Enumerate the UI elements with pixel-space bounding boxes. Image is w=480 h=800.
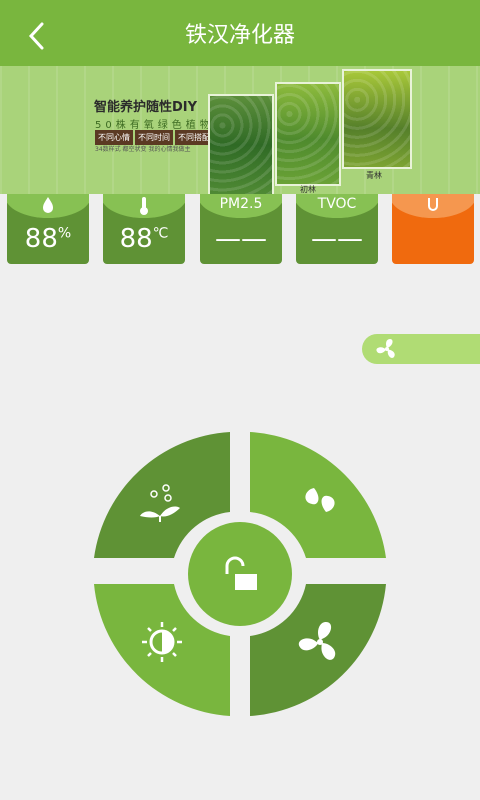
control-wheel bbox=[94, 432, 386, 716]
top-bar: 铁汉净化器 bbox=[0, 0, 480, 70]
plant-wall-image bbox=[342, 69, 412, 169]
banner-subtitle: 50株有氧绿色植物 bbox=[95, 120, 214, 131]
temperature-value: 88℃ bbox=[119, 224, 169, 254]
banner-label: 青林 bbox=[366, 171, 382, 180]
banner-tags: 不同心情 不同时间 不同搭配 bbox=[95, 130, 213, 145]
banner-tag: 不同时间 bbox=[135, 130, 173, 145]
power-button[interactable] bbox=[392, 194, 474, 264]
plant-wall-image bbox=[208, 94, 274, 194]
water-drop-icon bbox=[7, 196, 89, 216]
banner-title: 智能养护随性DIY bbox=[94, 100, 198, 115]
power-icon bbox=[392, 196, 474, 216]
banner-footer: 34数样式 都空状变 我的心情我做主 bbox=[95, 146, 191, 153]
banner-label: 初林 bbox=[300, 185, 316, 194]
tvoc-value: —— bbox=[311, 224, 363, 254]
pm25-value: —— bbox=[215, 224, 267, 254]
pm25-tile: PM2.5 —— bbox=[200, 194, 282, 264]
tvoc-tile: TVOC —— bbox=[296, 194, 378, 264]
fan-icon bbox=[376, 339, 395, 358]
plant-wall-image bbox=[275, 82, 341, 186]
banner-tag: 不同心情 bbox=[95, 130, 133, 145]
page-title: 铁汉净化器 bbox=[184, 23, 295, 48]
pm25-label: PM2.5 bbox=[219, 196, 263, 212]
sensor-row: 88% 88℃ PM2.5 —— TVOC —— bbox=[0, 194, 480, 266]
fan-mode-tab[interactable] bbox=[362, 334, 480, 364]
promo-banner[interactable]: 智能养护随性DIY 50株有氧绿色植物 不同心情 不同时间 不同搭配 34数样式… bbox=[0, 66, 480, 194]
temperature-tile: 88℃ bbox=[103, 194, 185, 264]
tvoc-label: TVOC bbox=[317, 196, 357, 212]
humidity-value: 88% bbox=[24, 224, 72, 254]
humidity-tile: 88% bbox=[7, 194, 89, 264]
thermometer-icon bbox=[103, 196, 185, 216]
